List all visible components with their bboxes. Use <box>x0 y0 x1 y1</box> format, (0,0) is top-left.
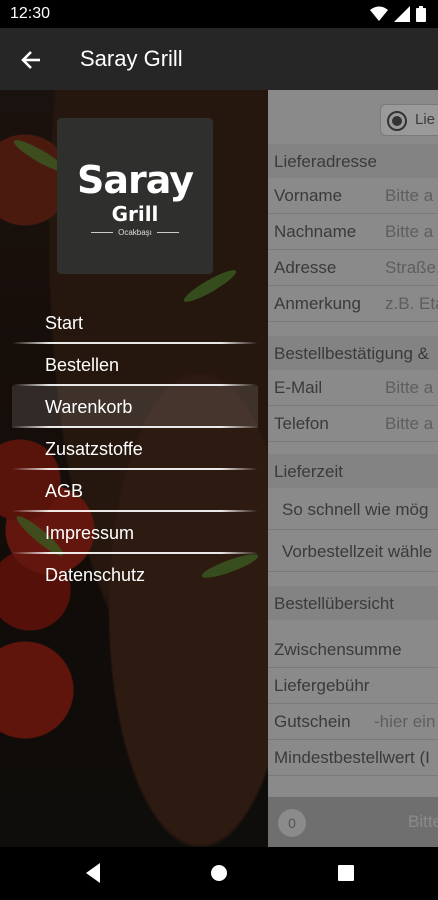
last-name-field[interactable]: Nachname Bitte a <box>268 214 438 250</box>
asap-label: So schnell wie mög <box>282 500 429 519</box>
system-nav-bar <box>0 847 438 900</box>
cart-count-badge: 0 <box>278 809 306 837</box>
min-order-row: Mindestbestellwert (I <box>268 740 438 776</box>
address-placeholder: Straße, <box>385 258 438 277</box>
drawer-item-label: Impressum <box>45 523 135 543</box>
section-address: Lieferadresse <box>268 144 438 178</box>
note-label: Anmerkung <box>274 294 361 313</box>
app-bar: Saray Grill <box>0 28 438 90</box>
voucher-label: Gutschein <box>274 712 351 731</box>
arrow-left-icon <box>21 51 40 69</box>
phone-field[interactable]: Telefon Bitte a <box>268 406 438 442</box>
voucher-field[interactable]: Gutschein -hier ein <box>268 704 438 740</box>
drawer-item-label: Warenkorb <box>45 397 133 417</box>
email-label: E-Mail <box>274 378 323 397</box>
first-name-field[interactable]: Vorname Bitte a <box>268 178 438 214</box>
section-address-label: Lieferadresse <box>274 152 378 171</box>
triangle-back-icon <box>86 863 100 883</box>
last-name-placeholder: Bitte a <box>385 222 434 241</box>
drawer-item-label: Zusatzstoffe <box>45 439 143 459</box>
delivery-fee-row: Liefergebühr <box>268 668 438 704</box>
app-title: Saray Grill <box>80 46 183 71</box>
circle-home-icon <box>211 865 227 881</box>
note-field[interactable]: Anmerkung z.B. Eta <box>268 286 438 322</box>
content-area: Lie Lieferadresse Vorname Bitte a Nachna… <box>0 90 438 847</box>
first-name-label: Vorname <box>274 186 343 205</box>
asap-option[interactable]: So schnell wie mög <box>268 488 438 530</box>
address-field[interactable]: Adresse Straße, <box>268 250 438 286</box>
drawer-item-warenkorb[interactable]: Warenkorb <box>0 386 268 428</box>
status-bar: 12:30 <box>0 0 438 28</box>
drawer-item-agb[interactable]: AGB <box>0 470 268 512</box>
checkout-label: Bitte <box>408 812 438 831</box>
phone-label: Telefon <box>274 414 329 433</box>
drawer-item-impressum[interactable]: Impressum <box>0 512 268 554</box>
phone-placeholder: Bitte a <box>385 414 434 433</box>
subtotal-label: Zwischensumme <box>274 640 402 659</box>
drawer-item-label: AGB <box>45 481 84 501</box>
email-field[interactable]: E-Mail Bitte a <box>268 370 438 406</box>
status-time: 12:30 <box>10 5 51 22</box>
delivery-option[interactable]: Lie <box>380 104 438 136</box>
voucher-placeholder: -hier ein <box>374 712 436 731</box>
section-delivery-time: Lieferzeit <box>268 454 438 488</box>
square-recents-icon <box>338 865 354 881</box>
status-icons <box>370 6 426 22</box>
drawer-item-start[interactable]: Start <box>0 302 268 344</box>
drawer-item-label: Datenschutz <box>45 565 146 585</box>
battery-icon <box>416 6 426 22</box>
preorder-label: Vorbestellzeit wähle <box>282 542 433 561</box>
logo-word-saray: Saray <box>77 158 194 202</box>
min-order-label: Mindestbestellwert (I <box>274 748 430 767</box>
section-summary-label: Bestellübersicht <box>274 594 395 613</box>
last-name-label: Nachname <box>274 222 357 241</box>
email-placeholder: Bitte a <box>385 378 434 397</box>
section-confirmation-label: Bestellbestätigung & <box>274 344 429 363</box>
section-summary: Bestellübersicht <box>268 586 438 620</box>
wifi-icon <box>370 6 388 21</box>
logo-tagline: Ocakbaşı <box>57 228 213 237</box>
delivery-option-label: Lie <box>415 111 436 128</box>
drawer-menu: Start Bestellen Warenkorb Zusatzstoffe A… <box>0 302 268 596</box>
checkout-bar[interactable]: 0 Bitte <box>268 797 438 847</box>
section-confirmation: Bestellbestätigung & <box>268 336 438 370</box>
order-form: Lie Lieferadresse Vorname Bitte a Nachna… <box>268 90 438 847</box>
nav-back-button[interactable] <box>82 861 104 890</box>
nav-home-button[interactable] <box>208 861 230 890</box>
drawer-item-label: Start <box>45 313 84 333</box>
navigation-drawer: Saray Grill Ocakbaşı Start Bestellen War… <box>0 90 268 847</box>
subtotal-row: Zwischensumme <box>268 632 438 668</box>
signal-icon <box>394 6 410 22</box>
drawer-item-label: Bestellen <box>45 355 120 375</box>
section-delivery-time-label: Lieferzeit <box>274 462 343 481</box>
logo-word-grill: Grill <box>111 202 159 226</box>
note-placeholder: z.B. Eta <box>385 294 438 313</box>
nav-recents-button[interactable] <box>335 861 357 890</box>
preorder-option[interactable]: Vorbestellzeit wähle <box>268 530 438 572</box>
drawer-item-zusatzstoffe[interactable]: Zusatzstoffe <box>0 428 268 470</box>
back-button[interactable] <box>14 43 48 77</box>
radio-icon <box>387 111 407 131</box>
delivery-fee-label: Liefergebühr <box>274 676 370 695</box>
first-name-placeholder: Bitte a <box>385 186 434 205</box>
drawer-item-datenschutz[interactable]: Datenschutz <box>0 554 268 596</box>
drawer-item-bestellen[interactable]: Bestellen <box>0 344 268 386</box>
address-label: Adresse <box>274 258 337 277</box>
logo: Saray Grill Ocakbaşı <box>57 118 213 274</box>
